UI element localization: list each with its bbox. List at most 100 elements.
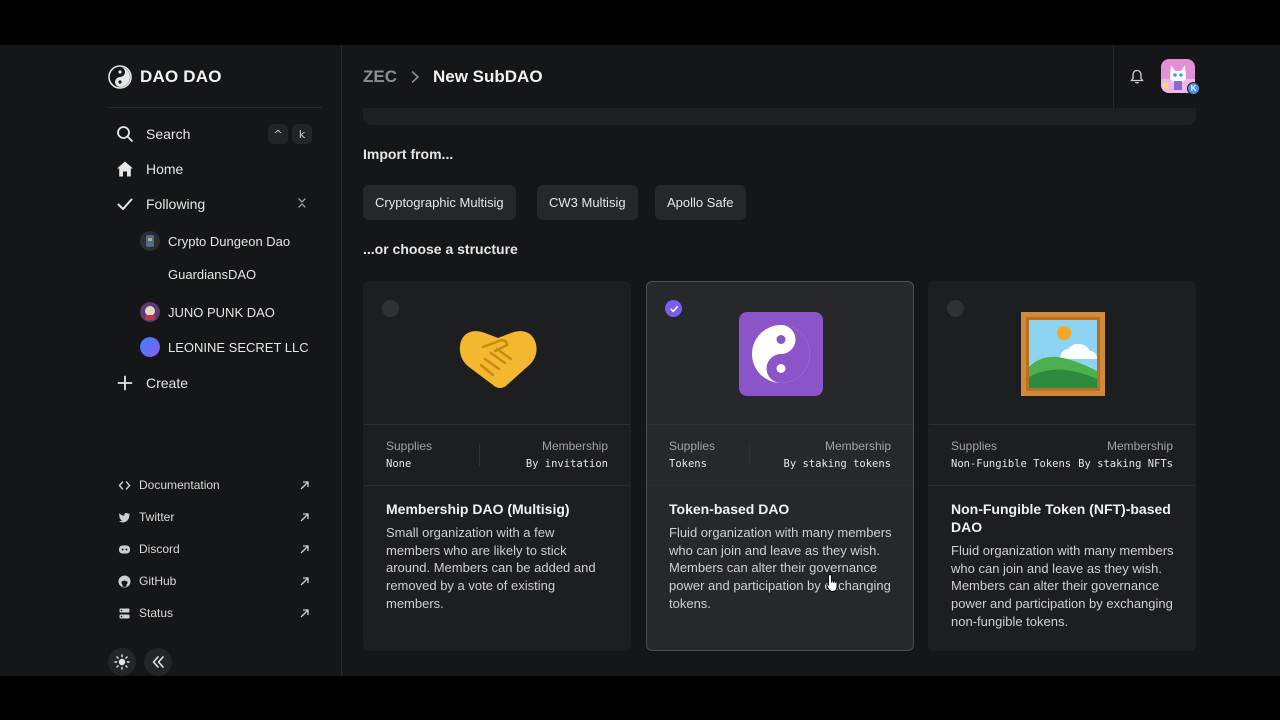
link-label: Status: [139, 606, 174, 620]
form-top-panel: [363, 108, 1196, 125]
link-twitter[interactable]: Twitter: [118, 510, 310, 524]
following-item[interactable]: JUNO PUNK DAO: [140, 302, 275, 322]
card-divider: [647, 424, 913, 425]
plus-icon: [117, 375, 133, 391]
link-label: GitHub: [139, 574, 177, 588]
card-divider: [929, 424, 1195, 425]
structure-radio[interactable]: [947, 300, 964, 317]
yin-yang-icon: [739, 312, 823, 396]
card-divider: [929, 485, 1195, 486]
sidebar: DAO DAO Search ^ k Home Following Crypto…: [0, 45, 342, 676]
dao-avatar-icon: [140, 231, 160, 251]
link-github[interactable]: GitHub: [118, 574, 310, 588]
following-label: Following: [146, 196, 206, 212]
structure-description: Fluid organization with many members who…: [951, 543, 1174, 629]
structure-title: Token-based DAO: [669, 501, 790, 517]
following-item[interactable]: Crypto Dungeon Dao: [140, 231, 290, 251]
home-icon: [117, 161, 133, 177]
app-name: DAO DAO: [140, 67, 222, 86]
search-label: Search: [146, 126, 191, 142]
external-link-icon: [300, 608, 309, 617]
framed-picture-icon: [1021, 312, 1105, 396]
supplies-info: Supplies Non-Fungible Tokens: [951, 439, 1071, 470]
membership-value: By staking NFTs: [1078, 458, 1173, 470]
structure-title: Non-Fungible Token (NFT)-based DAO: [951, 501, 1171, 535]
link-label: Documentation: [139, 478, 220, 492]
dao-logo-icon: [108, 65, 132, 89]
following-item-label: GuardiansDAO: [168, 267, 257, 282]
following-item[interactable]: LEONINE SECRET LLC: [140, 337, 309, 357]
supplies-value: Non-Fungible Tokens: [951, 458, 1072, 470]
structure-section-title: ...or choose a structure: [363, 241, 518, 257]
theme-toggle-button[interactable]: [108, 648, 136, 676]
sun-icon: [114, 654, 130, 670]
following-item-label: JUNO PUNK DAO: [168, 304, 275, 320]
membership-info: Membership By invitation: [526, 439, 608, 470]
handshake-icon: [459, 331, 537, 388]
structure-card-token-based[interactable]: Supplies Tokens Membership By staking to…: [646, 281, 914, 651]
card-divider: [364, 485, 630, 486]
server-icon: [119, 608, 130, 618]
external-link-icon: [300, 480, 309, 489]
card-divider: [364, 424, 630, 425]
membership-value: By invitation: [525, 458, 608, 470]
import-apollo-safe-button[interactable]: Apollo Safe: [655, 185, 746, 220]
structure-card-nft-based[interactable]: Supplies Non-Fungible Tokens Membership …: [928, 281, 1196, 651]
bell-icon[interactable]: [1130, 69, 1144, 85]
home-label: Home: [146, 161, 184, 177]
external-link-icon: [300, 512, 309, 521]
link-status[interactable]: Status: [118, 606, 310, 620]
import-section-title: Import from...: [363, 146, 454, 162]
sidebar-divider: [108, 107, 322, 108]
collapse-sidebar-button[interactable]: [144, 648, 172, 676]
supplies-info: Supplies Tokens: [669, 439, 715, 470]
membership-label: Membership: [824, 439, 891, 453]
sidebar-item-create[interactable]: Create: [116, 374, 188, 392]
mouse-pointer-icon: [826, 574, 838, 592]
search-button[interactable]: Search: [116, 125, 190, 143]
dao-avatar-icon: [140, 337, 160, 357]
sidebar-item-home[interactable]: Home: [116, 160, 183, 178]
link-label: Discord: [139, 542, 180, 556]
external-link-icon: [300, 576, 309, 585]
structure-card-membership[interactable]: Supplies None Membership By invitation M…: [363, 281, 631, 651]
supplies-info: Supplies None: [386, 439, 432, 470]
breadcrumb-parent[interactable]: ZEC: [363, 67, 397, 87]
collapse-chevrons-icon[interactable]: [295, 196, 309, 210]
discord-icon: [119, 545, 130, 553]
card-divider: [647, 485, 913, 486]
link-discord[interactable]: Discord: [118, 542, 310, 556]
membership-value: By staking tokens: [783, 458, 891, 470]
shortcut-key-k: k: [292, 124, 312, 144]
breadcrumb: ZEC New SubDAO: [363, 67, 543, 87]
info-divider: [479, 444, 480, 466]
link-label: Twitter: [139, 510, 175, 524]
link-documentation[interactable]: Documentation: [118, 478, 310, 492]
structure-title: Membership DAO (Multisig): [386, 501, 570, 517]
check-icon: [117, 198, 133, 210]
supplies-value: None: [386, 458, 412, 470]
following-item-label: Crypto Dungeon Dao: [168, 233, 291, 249]
app-logo[interactable]: DAO DAO: [108, 65, 222, 89]
following-item[interactable]: GuardiansDAO: [168, 267, 256, 282]
following-item-label: LEONINE SECRET LLC: [168, 339, 309, 355]
create-label: Create: [146, 375, 189, 391]
supplies-label: Supplies: [669, 439, 716, 453]
info-divider: [749, 444, 750, 466]
sidebar-item-following[interactable]: Following: [116, 195, 205, 213]
app-window: DAO DAO Search ^ k Home Following Crypto…: [0, 45, 1280, 676]
import-cw3-multisig-button[interactable]: CW3 Multisig: [537, 185, 638, 220]
structure-radio-selected[interactable]: [665, 300, 682, 317]
external-link-icon: [300, 544, 309, 553]
chain-badge: K: [1187, 82, 1200, 95]
structure-radio[interactable]: [382, 300, 399, 317]
structure-description: Small organization with a few members wh…: [386, 525, 596, 611]
header-divider: [1113, 45, 1114, 108]
structure-description: Fluid organization with many members who…: [669, 525, 892, 611]
import-cryptographic-multisig-button[interactable]: Cryptographic Multisig: [363, 185, 516, 220]
page-title: New SubDAO: [433, 67, 543, 86]
shortcut-key-ctrl: ^: [268, 124, 288, 144]
twitter-icon: [118, 512, 130, 522]
double-chevron-left-icon: [152, 656, 164, 668]
membership-info: Membership By staking tokens: [784, 439, 891, 470]
